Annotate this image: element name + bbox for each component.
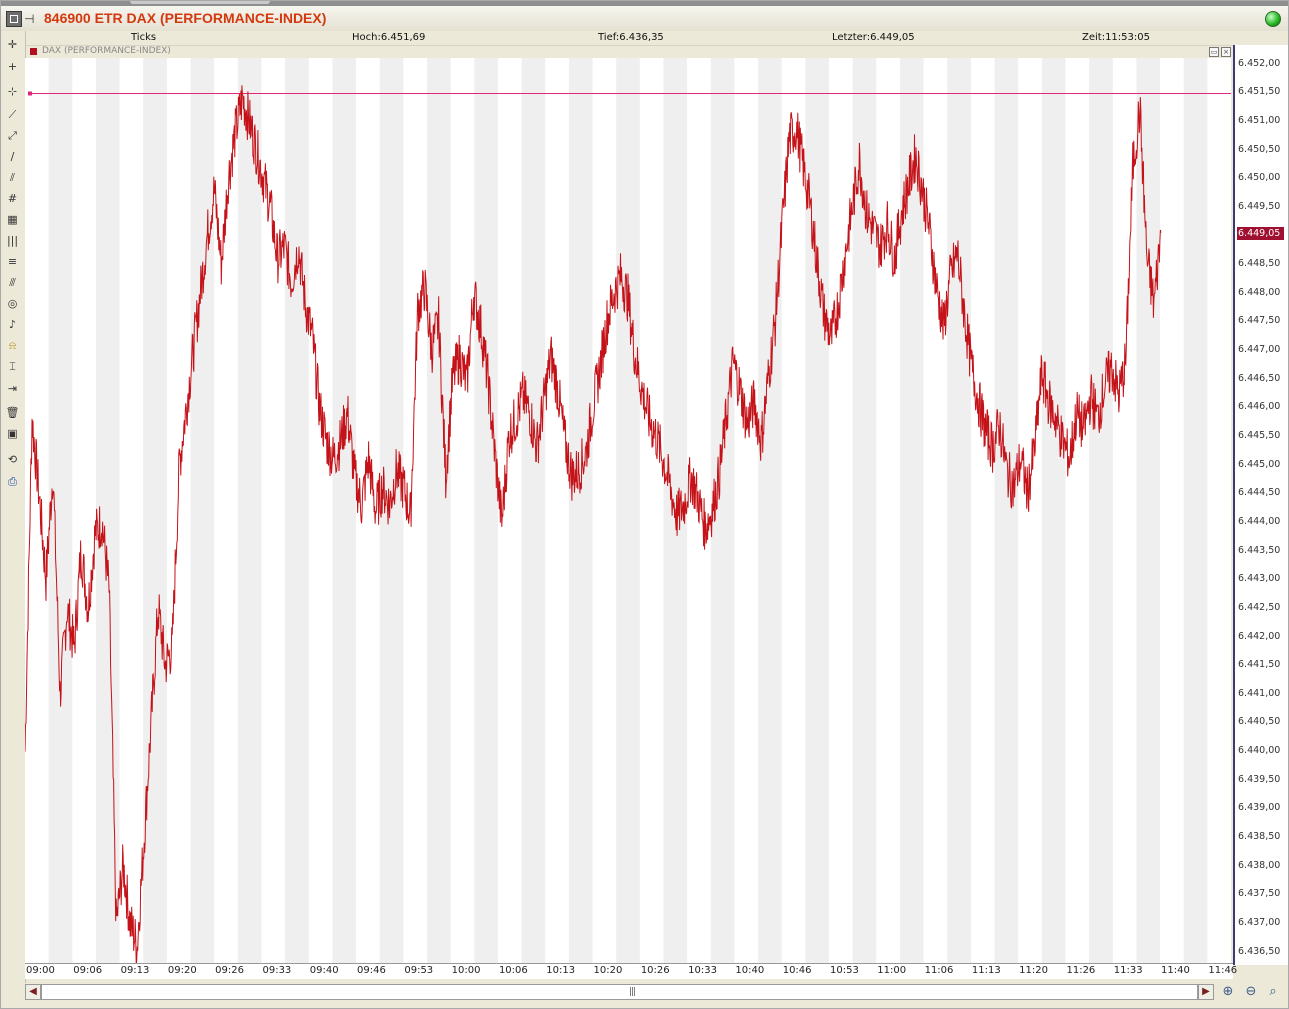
window-frame [0, 0, 1289, 1009]
